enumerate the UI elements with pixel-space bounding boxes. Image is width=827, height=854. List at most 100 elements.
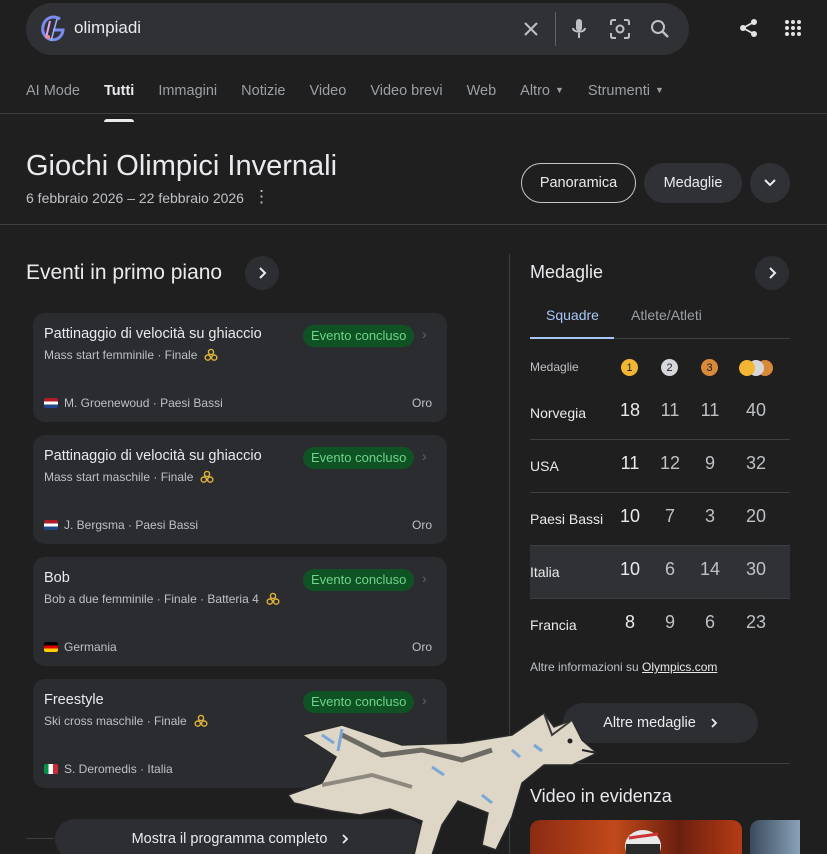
more-info-text: Altre informazioni su Olympics.com [530, 660, 717, 674]
silver-medal-icon: 2 [661, 359, 678, 376]
event-sub-text: Ski cross maschile · Finale [44, 714, 187, 728]
medal-rings-icon [204, 348, 218, 361]
total-count: 23 [745, 612, 767, 632]
flag-italy-icon [44, 764, 58, 774]
event-sub-text: Bob a due femminile · Finale · Batteria … [44, 592, 259, 606]
page-title: Giochi Olimpici Invernali [26, 150, 338, 182]
mic-icon[interactable] [567, 17, 591, 41]
search-tabs: AI Mode Tutti Immagini Notizie Video Vid… [26, 83, 688, 122]
tab-video[interactable]: Video [309, 83, 346, 113]
clear-icon[interactable] [519, 17, 543, 41]
flag-netherlands-icon [44, 398, 58, 408]
olympics-link[interactable]: Olympics.com [642, 660, 717, 674]
medal-row[interactable]: Norvegia 18 11 11 40 [530, 387, 790, 440]
status-badge: Evento concluso [303, 569, 415, 591]
tab-web[interactable]: Web [467, 83, 497, 113]
caret-down-icon: ▼ [554, 85, 564, 95]
tab-more-label: Altro [520, 83, 550, 99]
events-title: Eventi in primo piano [26, 261, 223, 284]
athlete-country: Paesi Bassi [160, 396, 223, 410]
gold-count: 11 [620, 453, 640, 473]
event-card[interactable]: Bob Bob a due femminile · Finale · Batte… [33, 557, 447, 666]
silver-count: 9 [664, 612, 675, 632]
search-divider [555, 12, 556, 46]
bronze-count: 14 [699, 559, 721, 579]
chevron-right-icon: › [422, 448, 427, 464]
athlete-name: J. Bergsma [64, 518, 125, 532]
event-sport: Pattinaggio di velocità su ghiaccio [44, 326, 262, 342]
athlete-name: M. Groenewoud [64, 396, 150, 410]
medal-row[interactable]: USA 11 12 9 32 [530, 440, 790, 493]
apps-grid-icon[interactable] [781, 16, 805, 40]
athlete-country: Germania [64, 640, 117, 654]
event-result: Oro [411, 640, 432, 654]
total-medals-icon [739, 360, 773, 376]
event-result: Oro [411, 396, 432, 410]
tab-short-videos[interactable]: Video brevi [370, 83, 442, 113]
google-logo-icon[interactable] [38, 13, 68, 45]
expand-button[interactable] [750, 163, 790, 203]
video-thumbnail[interactable] [750, 820, 800, 854]
event-card[interactable]: Pattinaggio di velocità su ghiaccio Mass… [33, 435, 447, 544]
medal-rings-icon [194, 714, 208, 727]
medals-arrow-button[interactable] [755, 256, 789, 290]
flag-germany-icon [44, 642, 58, 652]
lens-icon[interactable] [608, 17, 632, 41]
event-dates: 6 febbraio 2026 – 22 febbraio 2026 [26, 190, 244, 206]
country-name: Italia [530, 564, 560, 580]
chevron-right-icon [711, 718, 718, 728]
medals-column-label: Medaglie [530, 360, 579, 374]
search-query[interactable]: olimpiadi [74, 18, 141, 38]
event-subtitle: Mass start maschile · Finale [44, 470, 214, 484]
athlete-name: S. Deromedis [64, 762, 137, 776]
chevron-down-icon [764, 179, 776, 187]
tab-teams[interactable]: Squadre [546, 307, 599, 323]
events-divider [26, 838, 54, 839]
gold-medal-icon: 1 [621, 359, 638, 376]
tab-images[interactable]: Immagini [158, 83, 217, 113]
medal-row[interactable]: Francia 8 9 6 23 [530, 599, 790, 652]
event-card[interactable]: Pattinaggio di velocità su ghiaccio Mass… [33, 313, 447, 422]
total-count: 20 [745, 506, 767, 526]
event-winner: S. Deromedis · Italia [44, 762, 173, 776]
flag-netherlands-icon [44, 520, 58, 530]
tab-ai-mode[interactable]: AI Mode [26, 83, 80, 113]
search-bar[interactable]: olimpiadi [26, 3, 689, 55]
bronze-count: 3 [704, 506, 715, 526]
header-divider [0, 224, 827, 225]
event-winner: J. Bergsma · Paesi Bassi [44, 518, 198, 532]
share-icon[interactable] [737, 16, 761, 40]
caret-down-icon: ▼ [654, 85, 664, 95]
more-options-icon[interactable]: ⋮ [253, 188, 270, 206]
bronze-count: 9 [704, 453, 715, 473]
medals-chip[interactable]: Medaglie [644, 163, 742, 203]
bronze-count: 6 [704, 612, 715, 632]
medal-row-highlighted[interactable]: Italia 10 6 14 30 [530, 546, 790, 599]
silver-count: 11 [660, 400, 680, 420]
event-sport: Pattinaggio di velocità su ghiaccio [44, 448, 262, 464]
event-result: Oro [411, 518, 432, 532]
total-count: 30 [745, 559, 767, 579]
medal-rings-icon [200, 470, 214, 483]
search-icon[interactable] [648, 17, 672, 41]
tab-all[interactable]: Tutti [104, 83, 135, 122]
overview-chip[interactable]: Panoramica [521, 163, 636, 203]
tab-tools[interactable]: Strumenti ▼ [588, 83, 664, 113]
country-name: Francia [530, 617, 577, 633]
country-name: USA [530, 458, 559, 474]
silver-count: 6 [664, 559, 675, 579]
tab-more[interactable]: Altro ▼ [520, 83, 564, 113]
active-tab-indicator [530, 337, 614, 339]
medal-rings-icon [266, 592, 280, 605]
more-medals-label: Altre medaglie [603, 715, 696, 731]
medal-row[interactable]: Paesi Bassi 10 7 3 20 [530, 493, 790, 546]
tab-athletes[interactable]: Atlete/Atleti [631, 307, 702, 323]
gold-count: 10 [619, 559, 641, 579]
tab-tools-label: Strumenti [587, 83, 650, 99]
chevron-right-icon [259, 267, 267, 279]
events-arrow-button[interactable] [245, 256, 279, 290]
tab-news[interactable]: Notizie [241, 83, 285, 113]
medals-title: Medaglie [530, 262, 604, 282]
total-count: 32 [745, 453, 767, 473]
status-badge: Evento concluso [303, 447, 415, 469]
